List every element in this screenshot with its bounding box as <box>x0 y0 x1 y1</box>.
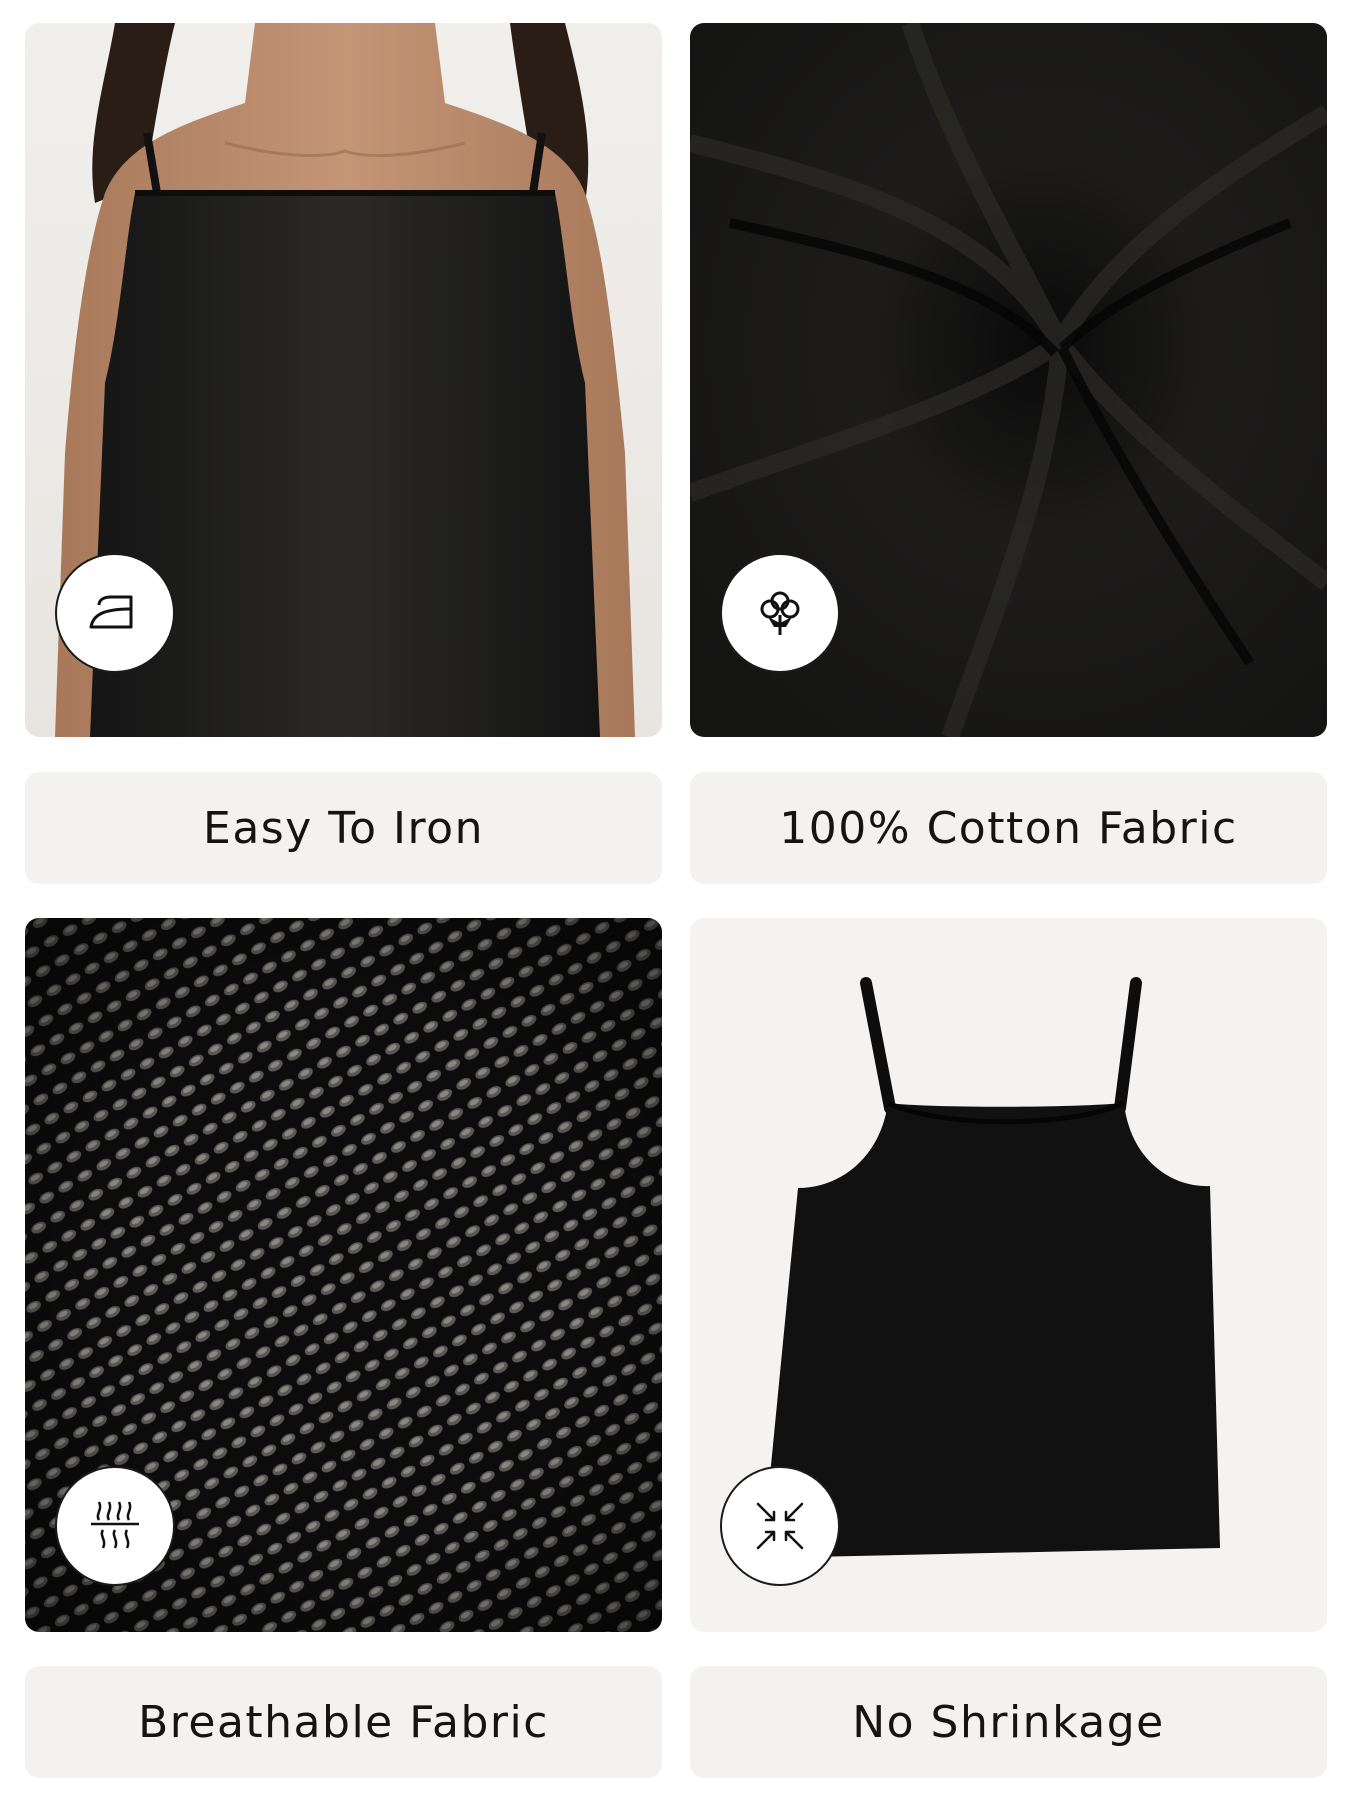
cotton-icon-badge <box>720 553 840 673</box>
iron-icon <box>89 595 133 629</box>
breathable-icon-badge <box>55 1466 175 1586</box>
no-shrink-icon <box>756 1502 804 1550</box>
flatlay-camisole-photo <box>690 918 1327 1632</box>
feature-label: 100% Cotton Fabric <box>779 802 1238 854</box>
fabric-swirl-photo <box>690 23 1327 737</box>
feature-label: No Shrinkage <box>852 1696 1165 1748</box>
fabric-weave-photo <box>25 918 662 1632</box>
model-photo <box>25 23 662 737</box>
feature-label-card: 100% Cotton Fabric <box>690 772 1327 884</box>
feature-label: Breathable Fabric <box>138 1696 549 1748</box>
iron-icon-badge <box>55 553 175 673</box>
breathable-icon <box>91 1501 139 1549</box>
cotton-flower-icon <box>760 591 800 635</box>
feature-label: Easy To Iron <box>203 802 484 854</box>
feature-label-card: Breathable Fabric <box>25 1666 662 1778</box>
no-shrink-icon-badge <box>720 1466 840 1586</box>
feature-label-card: Easy To Iron <box>25 772 662 884</box>
feature-label-card: No Shrinkage <box>690 1666 1327 1778</box>
